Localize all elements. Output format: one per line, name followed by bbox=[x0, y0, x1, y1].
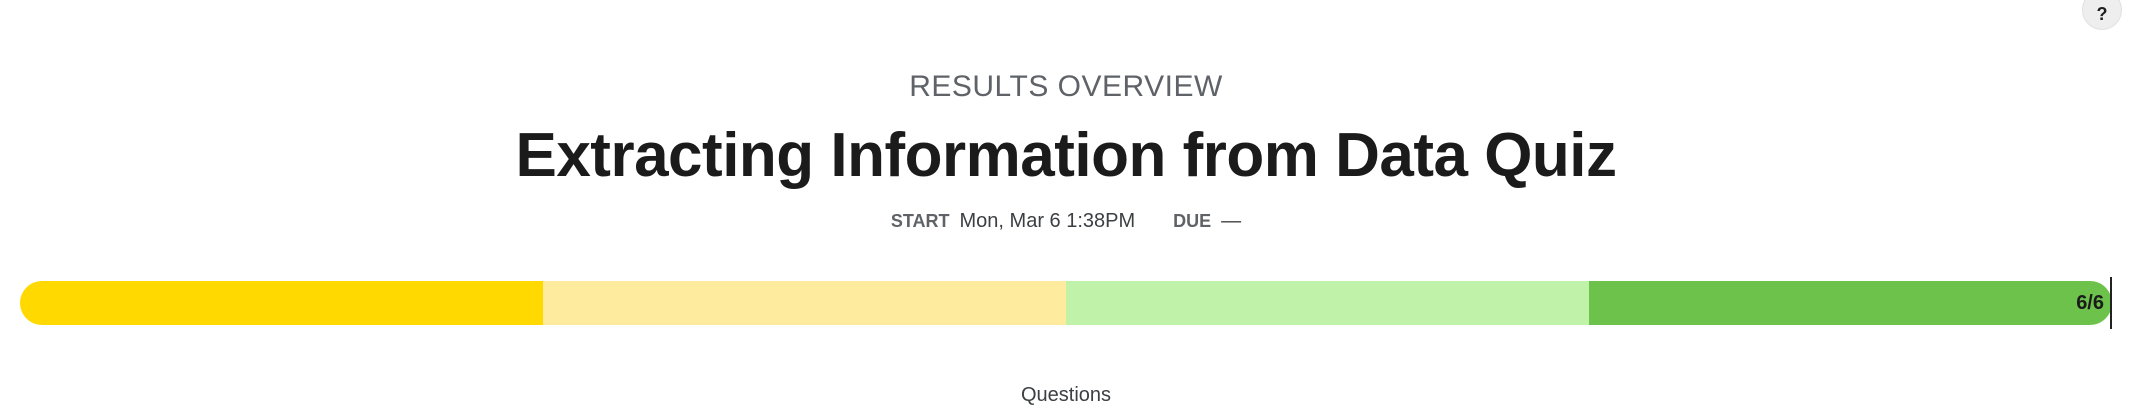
help-icon: ? bbox=[2096, 3, 2108, 24]
score-progress-bar bbox=[20, 281, 2112, 325]
start-label: START bbox=[890, 211, 950, 231]
progress-segment-4 bbox=[1589, 281, 2112, 325]
score-label: 6/6 bbox=[2076, 292, 2104, 314]
questions-link[interactable]: Questions bbox=[0, 384, 2132, 407]
quiz-meta: START Mon, Mar 6 1:38PM DUE — bbox=[0, 210, 2132, 233]
due-value: — bbox=[1221, 210, 1242, 232]
progress-segment-3 bbox=[1066, 281, 1589, 325]
page-title: Extracting Information from Data Quiz bbox=[515, 121, 1617, 190]
due-label: DUE bbox=[1173, 211, 1212, 231]
results-overview-page: ? RESULTS OVERVIEW Extracting Informatio… bbox=[0, 0, 2132, 407]
help-button[interactable]: ? bbox=[2082, 0, 2122, 30]
start-value: Mon, Mar 6 1:38PM bbox=[959, 210, 1136, 232]
page-eyebrow: RESULTS OVERVIEW bbox=[909, 70, 1223, 103]
progress-end-marker bbox=[2110, 277, 2112, 329]
progress-segment-2 bbox=[543, 281, 1066, 325]
progress-segment-1 bbox=[20, 281, 543, 325]
